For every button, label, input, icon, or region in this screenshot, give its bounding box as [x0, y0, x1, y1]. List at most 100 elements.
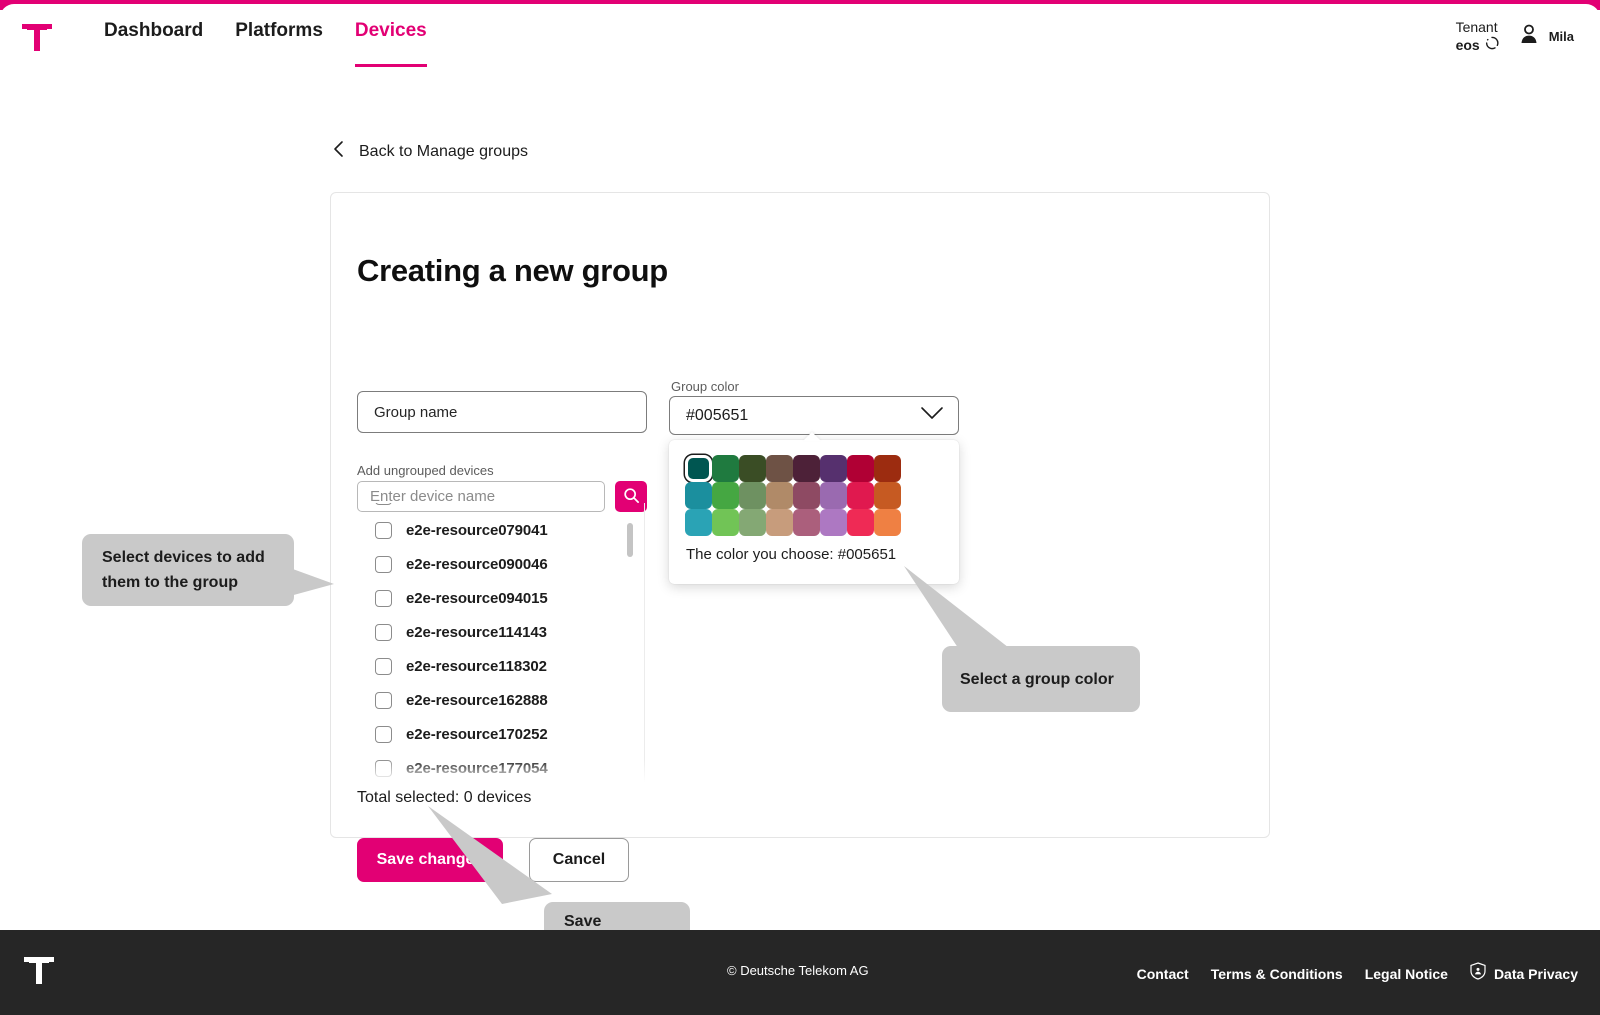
scrollbar-thumb[interactable] [627, 523, 633, 557]
tenant-switcher[interactable]: Tenant eos [1456, 18, 1499, 54]
list-item[interactable]: e2e-resource170252 [357, 717, 627, 751]
user-menu[interactable]: Mila [1517, 22, 1574, 51]
device-name: e2e-resource177054 [406, 760, 548, 777]
list-item[interactable]: e2e-resource114143 [357, 615, 627, 649]
device-list-scroll-container[interactable]: e2e-resource072458 e2e-resource079041 e2… [357, 503, 645, 787]
color-swatch[interactable] [820, 482, 847, 509]
list-item[interactable]: e2e-resource072458 [357, 503, 627, 513]
color-swatch[interactable] [712, 509, 739, 536]
group-color-value: #005651 [686, 407, 748, 425]
back-link-label: Back to Manage groups [359, 143, 528, 161]
page-title: Creating a new group [357, 253, 668, 289]
user-name: Mila [1549, 29, 1574, 44]
device-checkbox[interactable] [375, 590, 392, 607]
color-swatch[interactable] [874, 509, 901, 536]
footer-link-data-privacy[interactable]: Data Privacy [1470, 962, 1578, 985]
tenant-value-row: eos [1456, 36, 1499, 54]
shield-privacy-icon [1470, 962, 1486, 985]
main-navigation: Dashboard Platforms Devices [104, 4, 427, 68]
device-list-scrollbar[interactable] [627, 509, 633, 785]
color-swatch[interactable] [685, 509, 712, 536]
device-checkbox[interactable] [375, 522, 392, 539]
list-item[interactable]: e2e-resource162888 [357, 683, 627, 717]
footer-links: Contact Terms & Conditions Legal Notice … [1137, 962, 1578, 985]
list-item[interactable]: e2e-resource177054 [357, 751, 627, 785]
callout-select-devices: Select devices to add them to the group [82, 534, 294, 606]
telekom-logo-icon[interactable] [22, 21, 52, 51]
list-item[interactable]: e2e-resource094015 [357, 581, 627, 615]
color-swatch[interactable] [685, 482, 712, 509]
device-name: e2e-resource118302 [406, 658, 547, 675]
refresh-spinner-icon[interactable] [1485, 36, 1499, 54]
chevron-down-icon [920, 406, 944, 426]
group-color-label: Group color [671, 379, 739, 394]
tenant-name: eos [1456, 36, 1480, 54]
telekom-footer-logo-icon [24, 954, 54, 984]
color-swatch[interactable] [793, 482, 820, 509]
back-to-manage-groups-link[interactable]: Back to Manage groups [332, 140, 528, 163]
color-swatch[interactable] [847, 455, 874, 482]
footer-link-terms[interactable]: Terms & Conditions [1211, 966, 1343, 982]
footer-link-contact[interactable]: Contact [1137, 966, 1189, 982]
nav-item-dashboard[interactable]: Dashboard [104, 20, 203, 67]
callout-devices-text: Select devices to add them to the group [102, 545, 274, 595]
device-name: e2e-resource072458 [406, 503, 548, 505]
nav-item-platforms[interactable]: Platforms [235, 20, 323, 67]
footer-link-legal-notice[interactable]: Legal Notice [1365, 966, 1448, 982]
callout-select-color: Select a group color [942, 646, 1140, 712]
device-list: e2e-resource072458 e2e-resource079041 e2… [357, 503, 627, 785]
color-swatch[interactable] [766, 482, 793, 509]
callout-devices-tail [290, 564, 334, 600]
footer-copyright: © Deutsche Telekom AG [727, 963, 869, 978]
group-color-select[interactable]: #005651 [669, 396, 959, 435]
app-footer: © Deutsche Telekom AG Contact Terms & Co… [0, 930, 1600, 1015]
app-header: Dashboard Platforms Devices Tenant eos [0, 4, 1600, 68]
group-name-value: Group name [374, 404, 457, 421]
color-swatch[interactable] [766, 455, 793, 482]
chosen-color-text: The color you choose: #005651 [686, 546, 896, 563]
color-swatch[interactable] [739, 482, 766, 509]
color-swatch[interactable] [739, 509, 766, 536]
callout-color-text: Select a group color [960, 667, 1114, 692]
list-item[interactable]: e2e-resource079041 [357, 513, 627, 547]
color-swatch[interactable] [820, 509, 847, 536]
color-swatch[interactable] [739, 455, 766, 482]
nav-item-devices[interactable]: Devices [355, 20, 427, 67]
device-name: e2e-resource162888 [406, 692, 548, 709]
device-checkbox[interactable] [375, 760, 392, 777]
color-swatch[interactable] [847, 509, 874, 536]
color-swatch[interactable] [712, 482, 739, 509]
color-swatch[interactable] [766, 509, 793, 536]
create-group-card: Creating a new group Group name Add ungr… [330, 192, 1270, 838]
chevron-left-icon [332, 140, 345, 163]
device-checkbox[interactable] [375, 503, 392, 505]
color-swatch-grid [685, 455, 901, 536]
device-name: e2e-resource079041 [406, 522, 548, 539]
callout-save-tail [424, 806, 584, 916]
device-checkbox[interactable] [375, 624, 392, 641]
list-item[interactable]: e2e-resource118302 [357, 649, 627, 683]
total-selected-label: Total selected: 0 devices [357, 789, 531, 807]
color-swatch[interactable] [820, 455, 847, 482]
device-name: e2e-resource114143 [406, 624, 547, 641]
color-swatch[interactable] [874, 455, 901, 482]
device-checkbox[interactable] [375, 726, 392, 743]
group-color-popup: The color you choose: #005651 [669, 440, 959, 584]
device-name: e2e-resource094015 [406, 590, 548, 607]
color-swatch[interactable] [793, 509, 820, 536]
color-swatch[interactable] [685, 455, 712, 482]
add-ungrouped-devices-label: Add ungrouped devices [357, 463, 494, 478]
group-name-input[interactable]: Group name [357, 391, 647, 433]
list-item[interactable]: e2e-resource090046 [357, 547, 627, 581]
device-checkbox[interactable] [375, 658, 392, 675]
footer-link-data-privacy-label: Data Privacy [1494, 966, 1578, 982]
device-checkbox[interactable] [375, 556, 392, 573]
device-checkbox[interactable] [375, 692, 392, 709]
color-swatch[interactable] [793, 455, 820, 482]
tenant-label: Tenant [1456, 18, 1499, 36]
color-swatch[interactable] [712, 455, 739, 482]
color-swatch[interactable] [847, 482, 874, 509]
page-content: Back to Manage groups Creating a new gro… [0, 68, 1600, 940]
color-swatch[interactable] [874, 482, 901, 509]
device-name: e2e-resource090046 [406, 556, 548, 573]
